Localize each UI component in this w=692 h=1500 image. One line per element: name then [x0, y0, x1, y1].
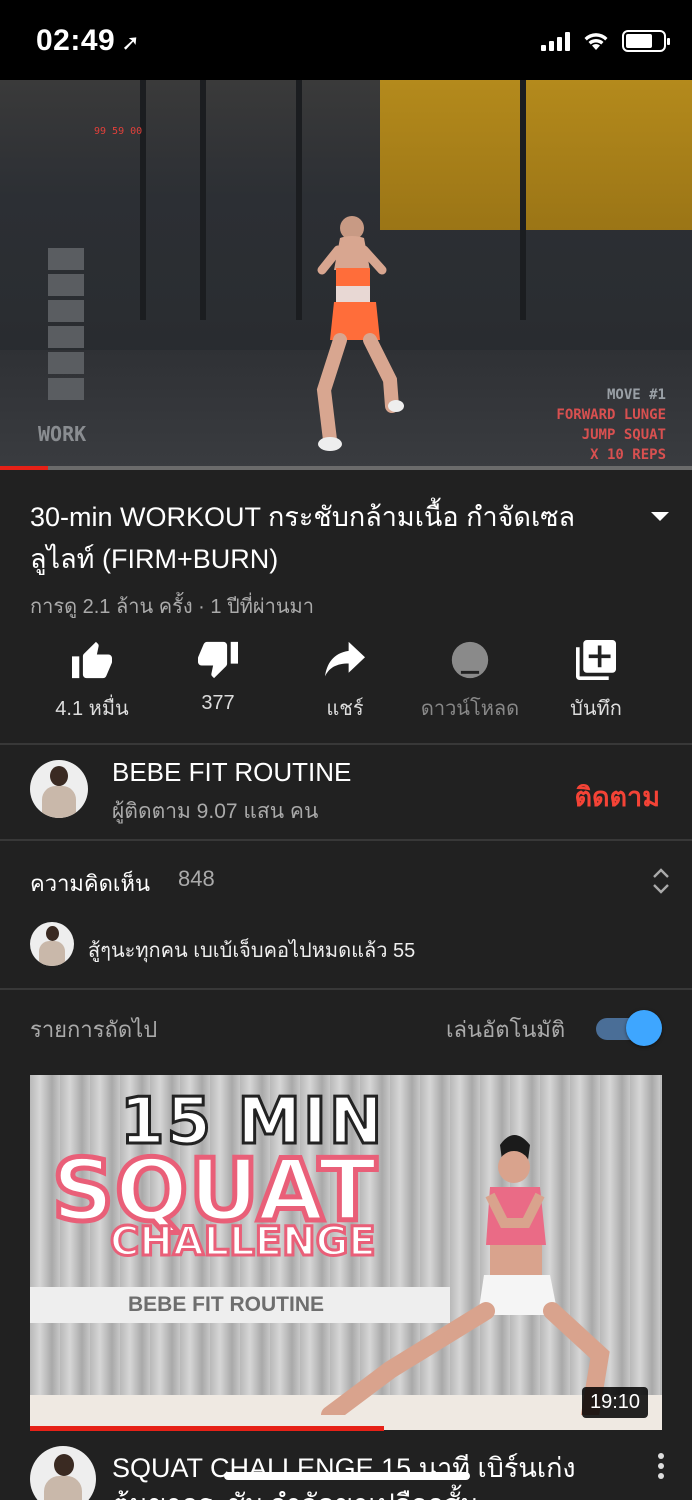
status-bar: 02:49 ➚ — [0, 0, 692, 80]
next-video-thumbnail[interactable]: 15 MIN SQUAT CHALLENGE BEBE FIT ROUTINE — [30, 1075, 662, 1430]
thumbnail-brand: BEBE FIT ROUTINE — [128, 1293, 325, 1316]
comments-count: 848 — [178, 866, 215, 891]
video-title[interactable]: 30-min WORKOUT กระชับกล้ามเนื้อ กำจัดเซล… — [30, 496, 630, 580]
top-comment-text[interactable]: สู้ๆนะทุกคน เบเบ้เจ็บคอไปหมดแล้ว 55 — [88, 934, 415, 966]
download-button[interactable]: ดาวน์โหลด — [405, 640, 535, 724]
save-button[interactable]: บันทึก — [531, 640, 661, 724]
subscribe-button[interactable]: ติดตาม — [574, 775, 660, 818]
like-count: 4.1 หมื่น — [55, 698, 129, 720]
next-video-channel-avatar[interactable] — [30, 1446, 96, 1500]
work-interval-bars — [48, 248, 84, 404]
thumbs-down-icon — [198, 641, 238, 679]
move-line-1: FORWARD LUNGE — [556, 407, 666, 423]
wifi-icon — [584, 33, 608, 50]
status-time: 02:49 ➚ — [36, 24, 140, 58]
comments-heading[interactable]: ความคิดเห็น — [30, 866, 150, 901]
athlete-figure — [316, 216, 404, 451]
up-next-heading: รายการถัดไป — [30, 1017, 158, 1042]
dislike-count: 377 — [201, 692, 235, 714]
channel-name[interactable]: BEBE FIT ROUTINE — [112, 757, 351, 788]
clock: 02:49 — [36, 24, 116, 57]
move-line-2: JUMP SQUAT — [581, 427, 666, 443]
save-label: บันทึก — [570, 698, 622, 720]
save-playlist-icon — [576, 640, 616, 680]
download-label: ดาวน์โหลด — [420, 698, 520, 720]
move-number: MOVE #1 — [606, 387, 666, 403]
channel-row[interactable]: BEBE FIT ROUTINE ผู้ติดตาม 9.07 แสน คน ต… — [0, 745, 692, 840]
like-button[interactable]: 4.1 หมื่น — [27, 640, 157, 724]
gym-wall — [380, 80, 692, 230]
share-label: แชร์ — [326, 698, 364, 720]
expand-comments-icon[interactable] — [652, 866, 670, 896]
action-bar: 4.1 หมื่น 377 แชร์ ดาวน์โหลด บันทึก — [0, 640, 692, 730]
autoplay-toggle[interactable] — [596, 1010, 662, 1046]
video-meta: การดู 2.1 ล้าน ครั้ง · 1 ปีที่ผ่านมา — [30, 596, 314, 618]
video-progress-bar[interactable] — [0, 466, 692, 470]
video-progress-fill — [0, 466, 49, 470]
divider — [0, 988, 692, 990]
subscriber-count: ผู้ติดตาม 9.07 แสน คน — [112, 800, 319, 823]
expand-description-icon[interactable] — [651, 512, 669, 521]
channel-avatar[interactable] — [30, 760, 88, 818]
move-reps: X 10 REPS — [590, 447, 666, 463]
cellular-signal-icon — [541, 31, 570, 51]
location-icon: ➚ — [121, 30, 141, 55]
home-indicator[interactable] — [224, 1472, 470, 1480]
watched-progress-bar — [30, 1426, 384, 1431]
battery-icon — [622, 30, 670, 52]
dislike-button[interactable]: 377 — [153, 640, 283, 715]
autoplay-label: เล่นอัตโนมัติ — [446, 1017, 566, 1042]
divider — [0, 839, 692, 841]
video-player[interactable]: 99 59 00 WORK MOVE #1 FORWARD LUNGE JUMP… — [0, 80, 692, 470]
commenter-avatar — [30, 922, 74, 966]
exercise-overlay: MOVE #1 FORWARD LUNGE JUMP SQUAT X 10 RE… — [556, 385, 666, 465]
more-options-icon[interactable] — [657, 1452, 665, 1480]
video-duration-badge: 19:10 — [582, 1387, 649, 1418]
share-icon — [325, 641, 365, 677]
download-icon — [451, 641, 489, 679]
share-button[interactable]: แชร์ — [280, 640, 410, 724]
thumbs-up-icon — [72, 641, 112, 679]
gym-timer: 99 59 00 — [94, 126, 143, 137]
work-label: WORK — [38, 422, 87, 446]
thumbnail-text-line3: CHALLENGE — [109, 1218, 378, 1267]
status-icons — [541, 30, 670, 52]
